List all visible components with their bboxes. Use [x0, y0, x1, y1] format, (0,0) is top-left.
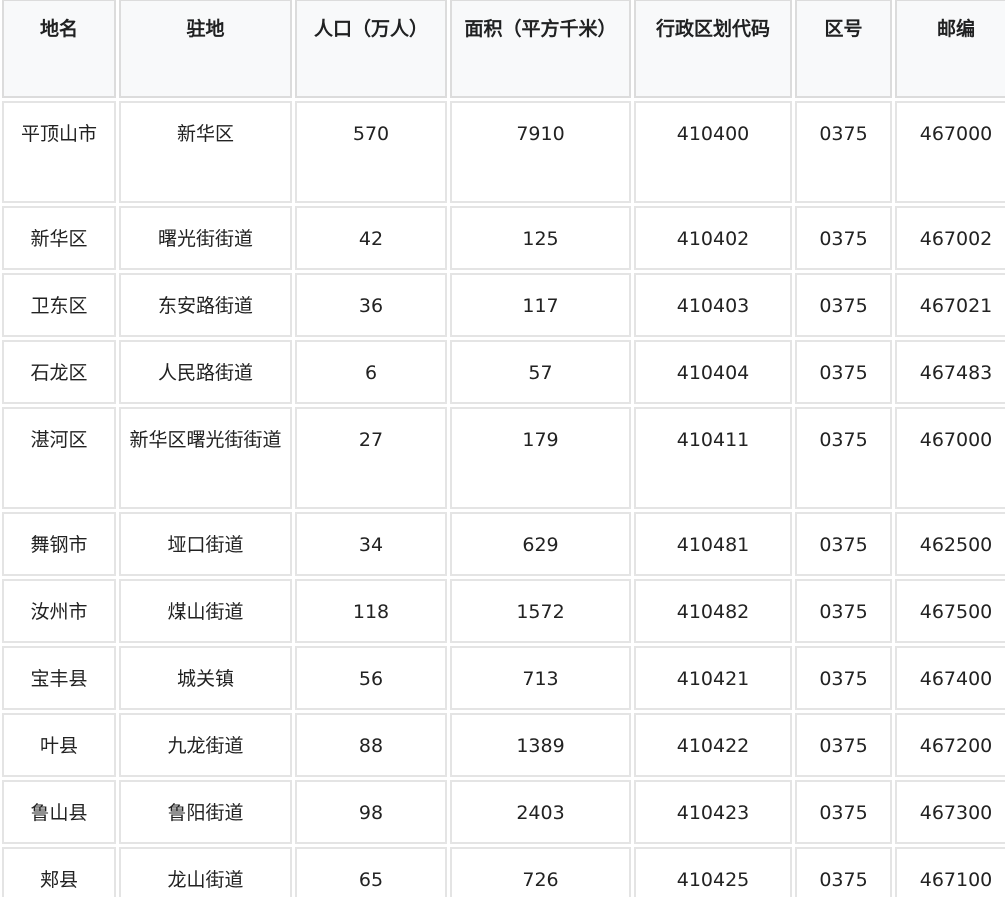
cell-postcode: 467100 [895, 847, 1005, 897]
cell-name: 湛河区 [2, 407, 116, 509]
header-seat[interactable]: 驻地 [119, 0, 292, 98]
cell-division-code: 410481 [634, 512, 792, 576]
cell-name: 卫东区 [2, 273, 116, 337]
table-row: 石龙区 人民路街道 6 57 410404 0375 467483 [2, 340, 1005, 404]
table-row: 叶县 九龙街道 88 1389 410422 0375 467200 [2, 713, 1005, 777]
cell-division-code: 410402 [634, 206, 792, 270]
cell-postcode: 467000 [895, 101, 1005, 203]
header-area-code[interactable]: 区号 [795, 0, 892, 98]
cell-population: 570 [295, 101, 447, 203]
cell-name: 叶县 [2, 713, 116, 777]
cell-name: 宝丰县 [2, 646, 116, 710]
cell-division-code: 410422 [634, 713, 792, 777]
table-container: 地名 驻地 人口（万人） 面积（平方千米） 行政区划代码 区号 邮编 平顶山市 … [0, 0, 1005, 897]
cell-seat: 东安路街道 [119, 273, 292, 337]
cell-seat: 龙山街道 [119, 847, 292, 897]
cell-postcode: 467200 [895, 713, 1005, 777]
cell-postcode: 467000 [895, 407, 1005, 509]
cell-seat: 九龙街道 [119, 713, 292, 777]
cell-area-code: 0375 [795, 206, 892, 270]
cell-population: 42 [295, 206, 447, 270]
header-row: 地名 驻地 人口（万人） 面积（平方千米） 行政区划代码 区号 邮编 [2, 0, 1005, 98]
cell-area: 713 [450, 646, 631, 710]
cell-name: 郏县 [2, 847, 116, 897]
cell-division-code: 410421 [634, 646, 792, 710]
cell-seat: 新华区曙光街街道 [119, 407, 292, 509]
cell-area: 7910 [450, 101, 631, 203]
cell-area: 179 [450, 407, 631, 509]
cell-name: 汝州市 [2, 579, 116, 643]
cell-division-code: 410403 [634, 273, 792, 337]
table-row: 汝州市 煤山街道 118 1572 410482 0375 467500 [2, 579, 1005, 643]
cell-area-code: 0375 [795, 713, 892, 777]
cell-seat: 城关镇 [119, 646, 292, 710]
table-row: 郏县 龙山街道 65 726 410425 0375 467100 [2, 847, 1005, 897]
cell-population: 36 [295, 273, 447, 337]
cell-name: 新华区 [2, 206, 116, 270]
header-postcode[interactable]: 邮编 [895, 0, 1005, 98]
cell-postcode: 462500 [895, 512, 1005, 576]
cell-population: 27 [295, 407, 447, 509]
header-division-code[interactable]: 行政区划代码 [634, 0, 792, 98]
header-area[interactable]: 面积（平方千米） [450, 0, 631, 98]
cell-division-code: 410411 [634, 407, 792, 509]
cell-name: 石龙区 [2, 340, 116, 404]
cell-area: 1389 [450, 713, 631, 777]
cell-area-code: 0375 [795, 512, 892, 576]
table-row: 新华区 曙光街街道 42 125 410402 0375 467002 [2, 206, 1005, 270]
cell-division-code: 410425 [634, 847, 792, 897]
cell-area-code: 0375 [795, 407, 892, 509]
cell-division-code: 410404 [634, 340, 792, 404]
cell-population: 98 [295, 780, 447, 844]
cell-area: 57 [450, 340, 631, 404]
cell-population: 118 [295, 579, 447, 643]
header-population[interactable]: 人口（万人） [295, 0, 447, 98]
table-row: 舞钢市 垭口街道 34 629 410481 0375 462500 [2, 512, 1005, 576]
cell-area-code: 0375 [795, 847, 892, 897]
cell-seat: 鲁阳街道 [119, 780, 292, 844]
cell-seat: 曙光街街道 [119, 206, 292, 270]
cell-area-code: 0375 [795, 646, 892, 710]
cell-postcode: 467400 [895, 646, 1005, 710]
cell-postcode: 467300 [895, 780, 1005, 844]
cell-postcode: 467002 [895, 206, 1005, 270]
cell-division-code: 410482 [634, 579, 792, 643]
cell-area: 726 [450, 847, 631, 897]
region-table: 地名 驻地 人口（万人） 面积（平方千米） 行政区划代码 区号 邮编 平顶山市 … [0, 0, 1005, 897]
cell-area-code: 0375 [795, 780, 892, 844]
table-row: 鲁山县 鲁阳街道 98 2403 410423 0375 467300 [2, 780, 1005, 844]
cell-division-code: 410400 [634, 101, 792, 203]
cell-area: 2403 [450, 780, 631, 844]
cell-population: 6 [295, 340, 447, 404]
cell-name: 平顶山市 [2, 101, 116, 203]
cell-population: 56 [295, 646, 447, 710]
header-name[interactable]: 地名 [2, 0, 116, 98]
cell-area-code: 0375 [795, 579, 892, 643]
cell-seat: 新华区 [119, 101, 292, 203]
cell-seat: 人民路街道 [119, 340, 292, 404]
cell-area-code: 0375 [795, 273, 892, 337]
cell-division-code: 410423 [634, 780, 792, 844]
cell-postcode: 467021 [895, 273, 1005, 337]
table-row: 湛河区 新华区曙光街街道 27 179 410411 0375 467000 [2, 407, 1005, 509]
cell-name: 舞钢市 [2, 512, 116, 576]
table-row: 宝丰县 城关镇 56 713 410421 0375 467400 [2, 646, 1005, 710]
cell-seat: 煤山街道 [119, 579, 292, 643]
cell-area-code: 0375 [795, 101, 892, 203]
cell-population: 88 [295, 713, 447, 777]
table-row: 卫东区 东安路街道 36 117 410403 0375 467021 [2, 273, 1005, 337]
cell-area: 1572 [450, 579, 631, 643]
cell-name: 鲁山县 [2, 780, 116, 844]
cell-population: 34 [295, 512, 447, 576]
cell-seat: 垭口街道 [119, 512, 292, 576]
cell-postcode: 467500 [895, 579, 1005, 643]
cell-area-code: 0375 [795, 340, 892, 404]
table-row: 平顶山市 新华区 570 7910 410400 0375 467000 [2, 101, 1005, 203]
cell-area: 629 [450, 512, 631, 576]
cell-population: 65 [295, 847, 447, 897]
cell-postcode: 467483 [895, 340, 1005, 404]
cell-area: 125 [450, 206, 631, 270]
cell-area: 117 [450, 273, 631, 337]
